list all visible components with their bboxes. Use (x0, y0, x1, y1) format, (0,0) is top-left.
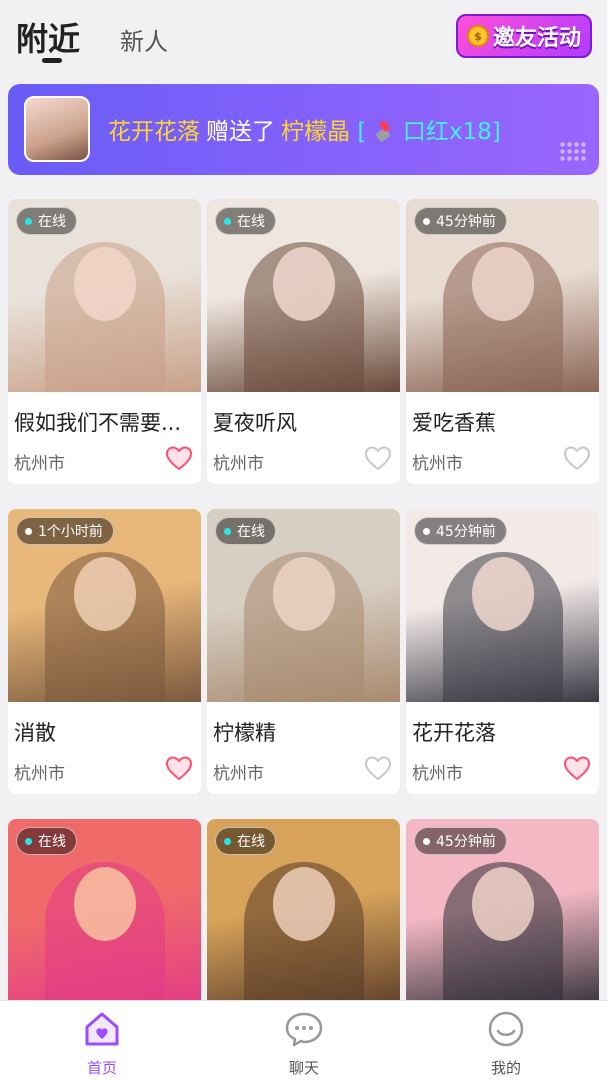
user-city: 杭州市 (412, 454, 463, 474)
gift-bracket-open: [ (357, 119, 367, 145)
user-city: 杭州市 (213, 764, 264, 784)
status-dot (423, 527, 430, 535)
user-card[interactable]: 1个小时前 消散 杭州市 (8, 509, 201, 794)
gift-message: 花开花落 赠送了 柠檬晶 [ 口红x18] (108, 112, 501, 146)
status-badge: 在线 (16, 207, 77, 235)
photo-face (73, 557, 136, 631)
profile-icon (488, 1011, 524, 1047)
status-text: 45分钟前 (436, 834, 496, 850)
user-photo[interactable]: 45分钟前 (406, 819, 599, 1012)
status-dot (423, 837, 430, 845)
user-photo[interactable]: 1个小时前 (8, 509, 201, 702)
photo-face (471, 557, 534, 631)
status-text: 45分钟前 (436, 214, 496, 230)
user-city: 杭州市 (14, 454, 65, 474)
nav-mine-label: 我的 (490, 1059, 521, 1077)
status-dot (25, 527, 32, 535)
photo-face (73, 867, 136, 941)
dot-pattern-decoration (559, 141, 587, 163)
status-text: 在线 (38, 214, 66, 230)
photo-face (272, 247, 335, 321)
photo-face (73, 247, 136, 321)
invite-friends-label: 邀友活动 (492, 26, 581, 51)
home-icon (85, 1012, 119, 1046)
user-name: 消散 (14, 721, 56, 745)
user-city: 杭州市 (14, 764, 65, 784)
status-dot (224, 837, 231, 845)
photo-face (471, 247, 534, 321)
user-city: 杭州市 (412, 764, 463, 784)
like-heart-icon[interactable] (364, 755, 392, 781)
like-heart-icon[interactable] (165, 445, 193, 471)
gift-amount: 口红x18 (402, 119, 492, 145)
like-heart-icon[interactable] (364, 445, 392, 471)
user-photo[interactable]: 在线 (8, 819, 201, 1012)
user-city: 杭州市 (213, 454, 264, 474)
user-photo[interactable]: 在线 (207, 819, 400, 1012)
user-card[interactable]: 在线 假如我们不需要... 杭州市 (8, 199, 201, 484)
user-card[interactable]: 在线 柠檬精 杭州市 (207, 509, 400, 794)
tab-nearby[interactable]: 附近 (16, 14, 80, 60)
chat-icon (285, 1012, 323, 1047)
status-dot (224, 217, 231, 225)
sender-name: 花开花落 (108, 119, 200, 145)
user-name: 花开花落 (412, 721, 496, 745)
receiver-name: 柠檬晶 (281, 119, 350, 145)
invite-friends-button[interactable]: $ 邀友活动 (456, 14, 592, 58)
gift-verb: 赠送了 (206, 119, 275, 145)
status-badge: 在线 (215, 517, 276, 545)
status-badge: 在线 (215, 827, 276, 855)
nav-mine[interactable]: 我的 (451, 1009, 561, 1079)
status-text: 在线 (38, 834, 66, 850)
status-dot (224, 527, 231, 535)
user-card[interactable]: 在线 夏夜听风 杭州市 (207, 199, 400, 484)
photo-face (272, 867, 335, 941)
lipstick-icon (375, 120, 390, 142)
user-photo[interactable]: 在线 (8, 199, 201, 392)
top-header: 附近 新人 $ 邀友活动 (0, 0, 607, 78)
status-dot (25, 837, 32, 845)
status-badge: 45分钟前 (414, 827, 507, 855)
user-name: 柠檬精 (213, 721, 276, 745)
gift-bracket-close: ] (491, 119, 501, 145)
nav-home[interactable]: 首页 (47, 1009, 157, 1079)
photo-face (471, 867, 534, 941)
like-heart-icon[interactable] (165, 755, 193, 781)
user-name: 夏夜听风 (213, 411, 297, 435)
user-card[interactable]: 45分钟前 爱吃香蕉 杭州市 (406, 199, 599, 484)
user-photo[interactable]: 在线 (207, 509, 400, 702)
status-text: 在线 (237, 214, 265, 230)
status-badge: 45分钟前 (414, 517, 507, 545)
user-photo[interactable]: 45分钟前 (406, 199, 599, 392)
user-name: 假如我们不需要... (14, 411, 182, 435)
nav-chat[interactable]: 聊天 (249, 1009, 359, 1079)
status-badge: 在线 (215, 207, 276, 235)
user-name: 爱吃香蕉 (412, 411, 496, 435)
status-text: 在线 (237, 834, 265, 850)
nav-home-label: 首页 (86, 1059, 117, 1077)
gift-broadcast-banner[interactable]: 花开花落 赠送了 柠檬晶 [ 口红x18] (8, 84, 599, 175)
status-text: 1个小时前 (38, 524, 103, 540)
status-badge: 45分钟前 (414, 207, 507, 235)
user-photo[interactable]: 45分钟前 (406, 509, 599, 702)
status-badge: 在线 (16, 827, 77, 855)
status-dot (423, 217, 430, 225)
photo-face (272, 557, 335, 631)
status-text: 在线 (237, 524, 265, 540)
user-photo[interactable]: 在线 (207, 199, 400, 392)
nav-chat-label: 聊天 (288, 1059, 319, 1077)
tab-active-indicator (42, 58, 62, 63)
bottom-nav: 首页 聊天 我的 (0, 1000, 607, 1080)
like-heart-icon[interactable] (563, 755, 591, 781)
like-heart-icon[interactable] (563, 445, 591, 471)
status-dot (25, 217, 32, 225)
tab-new-people[interactable]: 新人 (120, 22, 168, 57)
user-card[interactable]: 45分钟前 花开花落 杭州市 (406, 509, 599, 794)
status-badge: 1个小时前 (16, 517, 114, 545)
status-text: 45分钟前 (436, 524, 496, 540)
coin-icon: $ (466, 25, 489, 47)
avatar (24, 96, 90, 162)
